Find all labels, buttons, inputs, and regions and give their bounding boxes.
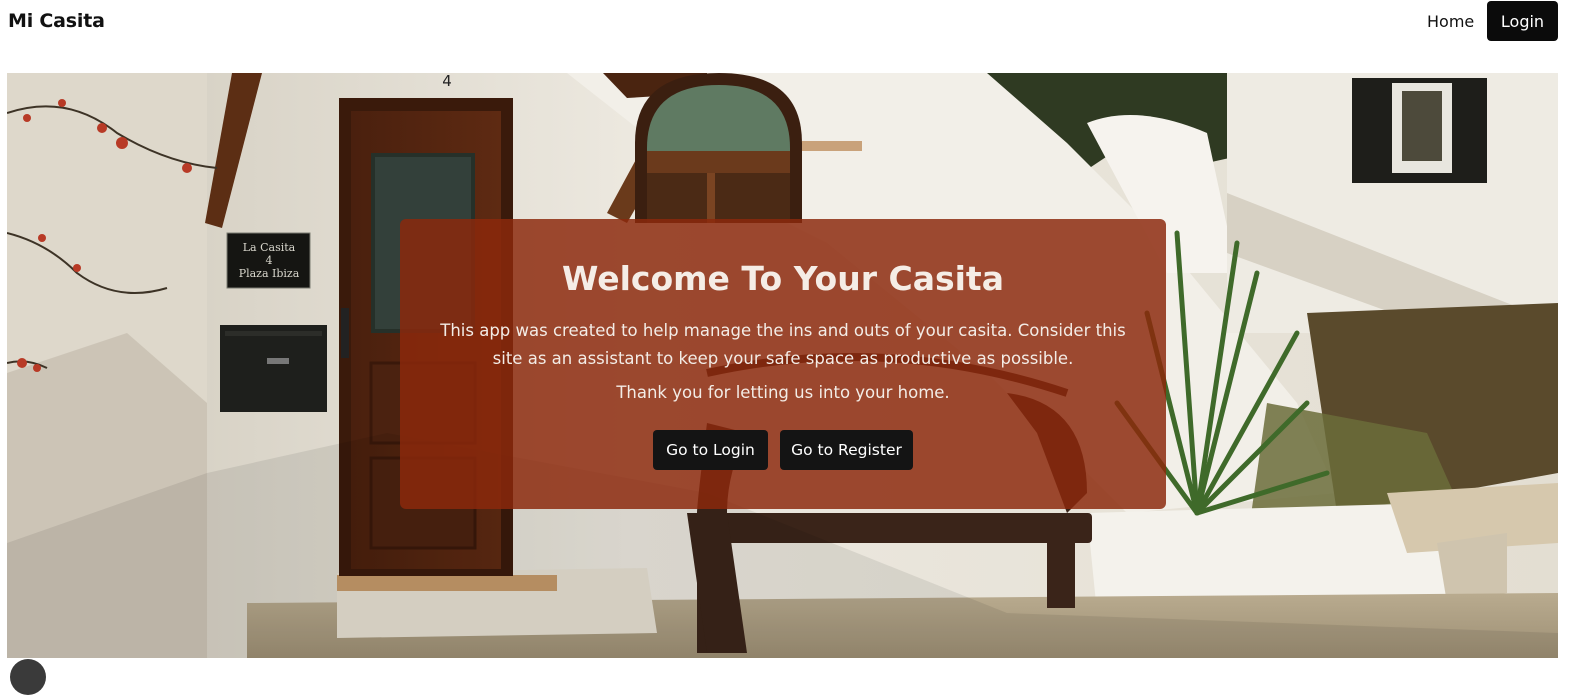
go-to-register-button[interactable]: Go to Register — [780, 430, 913, 470]
brand-logo[interactable]: Mi Casita — [8, 10, 105, 32]
welcome-description: This app was created to help manage the … — [440, 321, 1126, 368]
hero-section: 4 La Casita 4 Plaza Ibiza Welcome To You… — [7, 73, 1558, 658]
plaque-line-2: 4 — [266, 254, 273, 267]
house-number: 4 — [442, 73, 452, 90]
welcome-card: Welcome To Your Casita This app was crea… — [400, 219, 1166, 509]
navbar: Mi Casita Home Login — [0, 0, 1570, 44]
welcome-thanks: Thank you for letting us into your home. — [616, 383, 950, 402]
go-to-login-button[interactable]: Go to Login — [653, 430, 768, 470]
plaque-line-1: La Casita — [243, 241, 296, 254]
nav-home-link[interactable]: Home — [1427, 12, 1474, 31]
nav-login-button[interactable]: Login — [1487, 1, 1558, 41]
plaque-line-3: Plaza Ibiza — [239, 267, 300, 280]
floating-action-icon[interactable] — [10, 659, 46, 695]
welcome-title: Welcome To Your Casita — [562, 259, 1004, 298]
